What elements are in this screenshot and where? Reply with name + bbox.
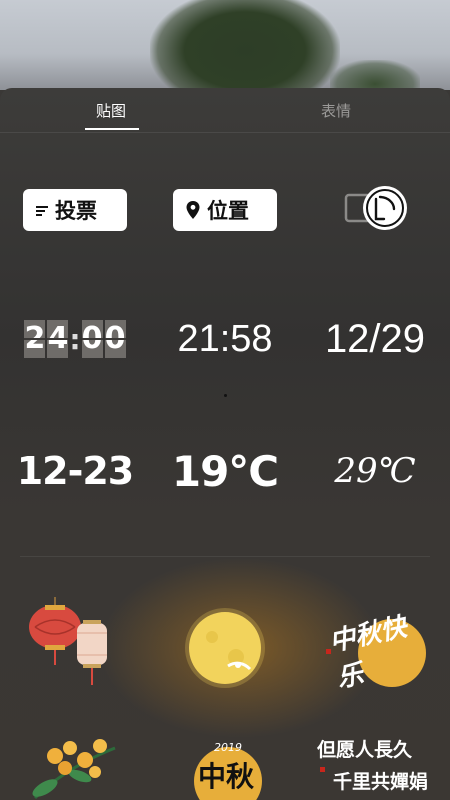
- flip-colon: :: [69, 322, 81, 356]
- vote-sticker[interactable]: 投票: [23, 188, 127, 232]
- poem-line-1: 但愿人長久: [317, 739, 413, 761]
- date-dash-text: 12-23: [16, 449, 135, 493]
- vote-label: 投票: [55, 199, 97, 223]
- tab-emoji[interactable]: 表情: [321, 100, 351, 121]
- temperature-script-text: 29℃: [334, 451, 416, 491]
- sticker-panel: 贴图 表情 投票 位置 2 4 : 0 0 21:58 12/29 12-23 …: [0, 88, 450, 800]
- photo-sticker[interactable]: [335, 182, 415, 238]
- temperature-script-sticker[interactable]: 29℃: [320, 443, 430, 499]
- list-icon: [35, 203, 49, 217]
- flip-digit: 2: [24, 320, 46, 358]
- moon-icon: [185, 608, 265, 688]
- time-sticker[interactable]: 21:58: [160, 314, 290, 364]
- camera-background: [0, 0, 450, 90]
- seal-stamp: [320, 767, 325, 772]
- moon-sticker[interactable]: [180, 598, 270, 698]
- tab-stickers[interactable]: 贴图: [96, 100, 126, 121]
- location-pin-icon: [185, 200, 201, 220]
- active-tab-indicator: [85, 128, 139, 130]
- flip-digit: 4: [47, 320, 69, 358]
- location-label: 位置: [207, 199, 249, 223]
- lantern-icon: [29, 597, 107, 685]
- osmanthus-flower-icon: [32, 739, 116, 800]
- flip-digit: 0: [81, 320, 103, 358]
- temperature-bold-sticker[interactable]: 19°C: [165, 443, 285, 499]
- poem-sticker[interactable]: 但愿人長久 千里共嬋娟: [315, 733, 440, 800]
- midautumn-year: 2019: [214, 741, 242, 754]
- date-slash-sticker[interactable]: 12/29: [305, 314, 445, 364]
- tab-bar: 贴图 表情: [0, 88, 450, 133]
- flip-digit: 0: [104, 320, 126, 358]
- tree-image: [150, 0, 340, 90]
- midautumn-2019-text: 中秋: [198, 760, 255, 793]
- midautumn-happy-sticker[interactable]: 中秋快乐: [320, 593, 435, 698]
- flip-clock-sticker[interactable]: 2 4 : 0 0: [20, 314, 130, 364]
- photo-frame-icon: [344, 186, 407, 230]
- osmanthus-sticker[interactable]: [25, 728, 125, 800]
- date-dash-sticker[interactable]: 12-23: [15, 443, 135, 499]
- lantern-sticker[interactable]: [25, 593, 115, 703]
- temperature-bold-text: 19°C: [171, 446, 279, 496]
- tree-image: [330, 60, 420, 90]
- time-text: 21:58: [177, 317, 273, 360]
- focus-dot: [224, 394, 227, 397]
- midautumn-2019-sticker[interactable]: 2019 中秋: [180, 733, 270, 800]
- poem-line-2: 千里共嬋娟: [333, 771, 429, 793]
- section-divider: [20, 556, 430, 557]
- location-sticker[interactable]: 位置: [173, 188, 277, 232]
- date-slash-text: 12/29: [324, 316, 426, 361]
